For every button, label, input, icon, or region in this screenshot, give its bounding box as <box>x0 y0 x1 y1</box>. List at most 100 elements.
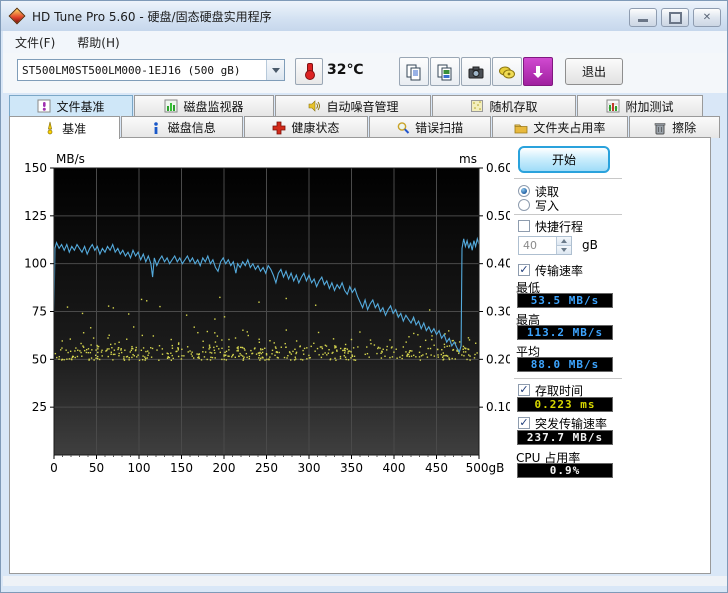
svg-text:150: 150 <box>170 461 193 475</box>
menu-file[interactable]: 文件(F) <box>5 32 65 53</box>
copy-image-icon <box>436 63 454 81</box>
tab-benchmark[interactable]: 基准 <box>9 116 120 139</box>
svg-text:0.30: 0.30 <box>486 305 510 319</box>
download-arrow-icon <box>529 63 547 81</box>
tab-label: 附加测试 <box>625 98 673 115</box>
folder-icon <box>514 121 528 135</box>
copy-image-button[interactable] <box>430 57 460 86</box>
checkbox-icon <box>518 384 530 396</box>
svg-text:100: 100 <box>24 257 47 271</box>
start-button[interactable]: 开始 <box>518 146 610 173</box>
write-radio[interactable]: 写入 <box>518 198 559 212</box>
stepper-up-button[interactable] <box>556 237 571 245</box>
radio-icon <box>518 185 530 197</box>
short-stroke-checkbox[interactable]: 快捷行程 <box>518 219 583 233</box>
min-label: 最低 <box>516 279 540 293</box>
copy-text-button[interactable] <box>399 57 429 86</box>
svg-text:25: 25 <box>32 400 47 414</box>
tab-health[interactable]: 健康状态 <box>244 116 368 138</box>
cpu-usage-label: CPU 占用率 <box>516 449 580 463</box>
tab-label: 磁盘信息 <box>168 119 216 136</box>
tab-auto-acoustic[interactable]: 自动噪音管理 <box>275 95 431 116</box>
inner-tab-bar: 基准 磁盘信息 健康状态 错误扫描 文件夹占用率 擦除 <box>9 116 721 138</box>
tab-error-scan[interactable]: 错误扫描 <box>369 116 491 138</box>
tab-label: 文件夹占用率 <box>533 119 605 136</box>
tab-label: 擦除 <box>672 119 696 136</box>
svg-text:450: 450 <box>425 461 448 475</box>
tab-disk-monitor[interactable]: 磁盘监视器 <box>134 95 274 116</box>
close-button[interactable]: ✕ <box>693 8 721 27</box>
avg-value-display: 88.0 MB/s <box>517 357 613 372</box>
temperature-button[interactable] <box>295 58 323 85</box>
maximize-button[interactable] <box>661 8 689 27</box>
tab-extra-tests[interactable]: 附加测试 <box>577 95 703 116</box>
benchmark-bulb-icon <box>43 121 57 135</box>
start-label: 开始 <box>552 151 576 168</box>
copy-text-icon <box>405 63 423 81</box>
minimize-button[interactable] <box>629 8 657 27</box>
max-value: 113.2 MB/s <box>527 326 603 339</box>
checkbox-icon <box>518 417 530 429</box>
svg-text:300: 300 <box>298 461 321 475</box>
benchmark-chart: 1501251007550250.600.500.400.300.200.100… <box>10 143 510 483</box>
tab-folder-usage[interactable]: 文件夹占用率 <box>492 116 629 138</box>
tab-disk-info[interactable]: 磁盘信息 <box>121 116 243 138</box>
error-scan-icon <box>396 121 410 135</box>
stepper-down-button[interactable] <box>556 245 571 254</box>
svg-text:350: 350 <box>340 461 363 475</box>
avg-label: 平均 <box>516 343 540 357</box>
svg-text:0.50: 0.50 <box>486 209 510 223</box>
min-value-display: 53.5 MB/s <box>517 293 613 308</box>
burst-rate-display: 237.7 MB/s <box>517 430 613 445</box>
burst-rate-label: 突发传输速率 <box>535 415 607 432</box>
svg-text:MB/s: MB/s <box>56 152 85 166</box>
transfer-rate-label: 传输速率 <box>535 262 583 279</box>
temperature-value: 32℃ <box>327 62 363 78</box>
access-time-display: 0.223 ms <box>517 397 613 412</box>
titlebar[interactable]: HD Tune Pro 5.60 - 硬盘/固态硬盘实用程序 ✕ <box>1 1 728 31</box>
outer-tab-bar: 文件基准 磁盘监视器 自动噪音管理 随机存取 附加测试 <box>9 95 721 116</box>
disks-icon <box>498 63 516 81</box>
svg-text:0.20: 0.20 <box>486 352 510 366</box>
transfer-rate-checkbox[interactable]: 传输速率 <box>518 263 583 277</box>
file-benchmark-icon <box>37 99 51 113</box>
dropdown-button[interactable] <box>266 60 284 80</box>
tab-random-access[interactable]: 随机存取 <box>432 95 576 116</box>
max-label: 最高 <box>516 311 540 325</box>
drive-select-dropdown[interactable]: ST500LM0ST500LM000-1EJ16 (500 gB) <box>17 59 285 81</box>
access-time-checkbox[interactable]: 存取时间 <box>518 383 583 397</box>
screenshot-button[interactable] <box>461 57 491 86</box>
cpu-usage-value: 0.9% <box>550 464 581 477</box>
exit-button[interactable]: 退出 <box>565 58 623 85</box>
checkbox-icon <box>518 264 530 276</box>
stepper-value: 40 <box>523 239 537 252</box>
toolbar: ST500LM0ST500LM000-1EJ16 (500 gB) 32℃ <box>3 53 727 93</box>
svg-text:50: 50 <box>89 461 104 475</box>
tab-label: 基准 <box>62 120 86 137</box>
window-title: HD Tune Pro 5.60 - 硬盘/固态硬盘实用程序 <box>32 8 272 25</box>
tab-file-benchmark[interactable]: 文件基准 <box>9 95 133 116</box>
svg-text:0.60: 0.60 <box>486 161 510 175</box>
tab-erase[interactable]: 擦除 <box>629 116 720 138</box>
thermometer-icon <box>305 63 313 80</box>
access-time-label: 存取时间 <box>535 382 583 399</box>
burst-rate-checkbox[interactable]: 突发传输速率 <box>518 416 607 430</box>
minimize-icon <box>638 19 648 22</box>
svg-text:500gB: 500gB <box>466 461 505 475</box>
maximize-icon <box>669 12 682 24</box>
random-access-icon <box>470 99 484 113</box>
info-icon <box>149 121 163 135</box>
svg-text:125: 125 <box>24 209 47 223</box>
app-window: HD Tune Pro 5.60 - 硬盘/固态硬盘实用程序 ✕ 文件(F) 帮… <box>0 0 728 593</box>
menu-help[interactable]: 帮助(H) <box>67 32 129 53</box>
divider <box>514 214 622 215</box>
speaker-icon <box>307 99 321 113</box>
disks-button[interactable] <box>492 57 522 86</box>
svg-text:200: 200 <box>213 461 236 475</box>
svg-text:0.10: 0.10 <box>486 400 510 414</box>
svg-text:ms: ms <box>459 152 477 166</box>
download-button[interactable] <box>523 57 553 86</box>
svg-text:0.40: 0.40 <box>486 257 510 271</box>
max-value-display: 113.2 MB/s <box>517 325 613 340</box>
short-stroke-size-stepper[interactable]: 40 <box>518 236 572 255</box>
